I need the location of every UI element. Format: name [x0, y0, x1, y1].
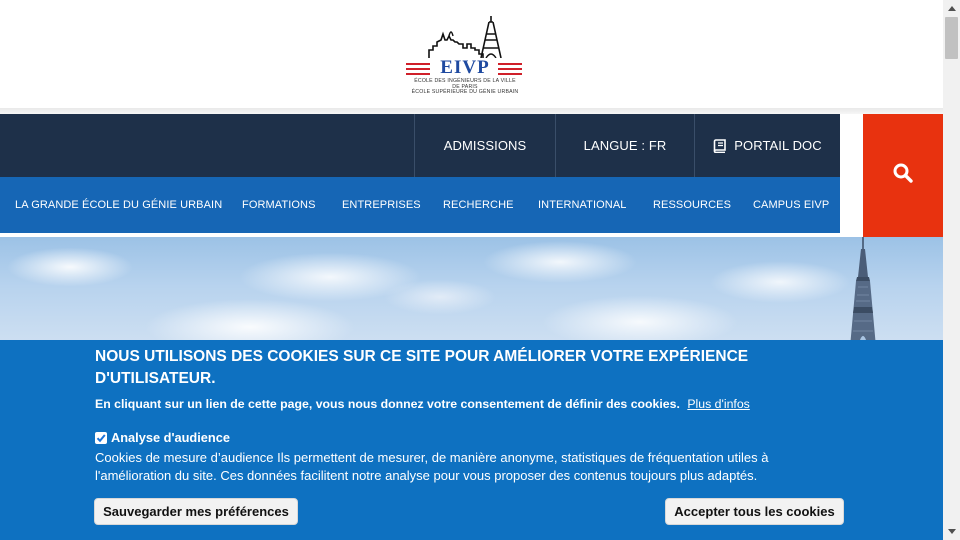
cookie-banner: NOUS UTILISONS DES COOKIES SUR CE SITE P…: [0, 340, 943, 540]
scroll-down-arrow-icon[interactable]: [943, 523, 960, 540]
paris-skyline-icon: [428, 16, 502, 58]
nav-item-international[interactable]: INTERNATIONAL: [538, 177, 627, 233]
audience-checkbox-label[interactable]: Analyse d'audience: [111, 430, 230, 445]
search-icon: [893, 163, 913, 188]
nav-item-formations[interactable]: FORMATIONS: [242, 177, 316, 233]
accept-all-cookies-button[interactable]: Accepter tous les cookies: [665, 498, 844, 525]
site-header: EIVP ÉCOLE DES INGÉNIEURS DE LA VILLE DE…: [0, 0, 943, 108]
eiffel-tower-image: [850, 237, 876, 347]
nav-item-grande-ecole[interactable]: LA GRANDE ÉCOLE DU GÉNIE URBAIN: [15, 177, 222, 233]
nav-item-recherche[interactable]: RECHERCHE: [443, 177, 514, 233]
top-nav: ADMISSIONS LANGUE : FR PORTAIL DOC: [0, 114, 840, 177]
cookie-consent-text: En cliquant sur un lien de cette page, v…: [95, 396, 855, 413]
logo-subtitle-line3: ÉCOLE SUPÉRIEURE DU GÉNIE URBAIN: [411, 89, 519, 95]
nav-item-campus-eivp[interactable]: CAMPUS EIVP: [753, 177, 829, 233]
hero-image: [0, 237, 943, 347]
nav-item-ressources[interactable]: RESSOURCES: [653, 177, 731, 233]
nav-item-entreprises[interactable]: ENTREPRISES: [342, 177, 421, 233]
checkmark-icon: [96, 433, 106, 442]
main-nav: LA GRANDE ÉCOLE DU GÉNIE URBAIN FORMATIO…: [0, 177, 840, 233]
portail-doc-link[interactable]: PORTAIL DOC: [694, 114, 840, 177]
admissions-link[interactable]: ADMISSIONS: [414, 114, 555, 177]
cookie-description: Cookies de mesure d’audience Ils permett…: [95, 450, 769, 483]
portail-doc-label: PORTAIL DOC: [734, 138, 822, 153]
search-button[interactable]: [863, 114, 943, 237]
page: EIVP ÉCOLE DES INGÉNIEURS DE LA VILLE DE…: [0, 0, 960, 540]
scrollbar-thumb[interactable]: [945, 17, 958, 59]
language-selector[interactable]: LANGUE : FR: [555, 114, 694, 177]
eivp-logo[interactable]: EIVP ÉCOLE DES INGÉNIEURS DE LA VILLE DE…: [400, 14, 530, 106]
scroll-up-arrow-icon[interactable]: [943, 0, 960, 17]
save-preferences-button[interactable]: Sauvegarder mes préférences: [94, 498, 298, 525]
cookie-consent-label: En cliquant sur un lien de cette page, v…: [95, 397, 680, 411]
book-icon: [713, 138, 727, 153]
vertical-scrollbar[interactable]: [943, 0, 960, 540]
more-info-link[interactable]: Plus d'infos: [687, 397, 750, 411]
audience-checkbox[interactable]: [95, 431, 107, 444]
language-label: LANGUE : FR: [583, 138, 667, 153]
admissions-label: ADMISSIONS: [443, 138, 527, 153]
audience-option: Analyse d'audience: [95, 430, 230, 445]
cookie-title: NOUS UTILISONS DES COOKIES SUR CE SITE P…: [95, 348, 749, 387]
